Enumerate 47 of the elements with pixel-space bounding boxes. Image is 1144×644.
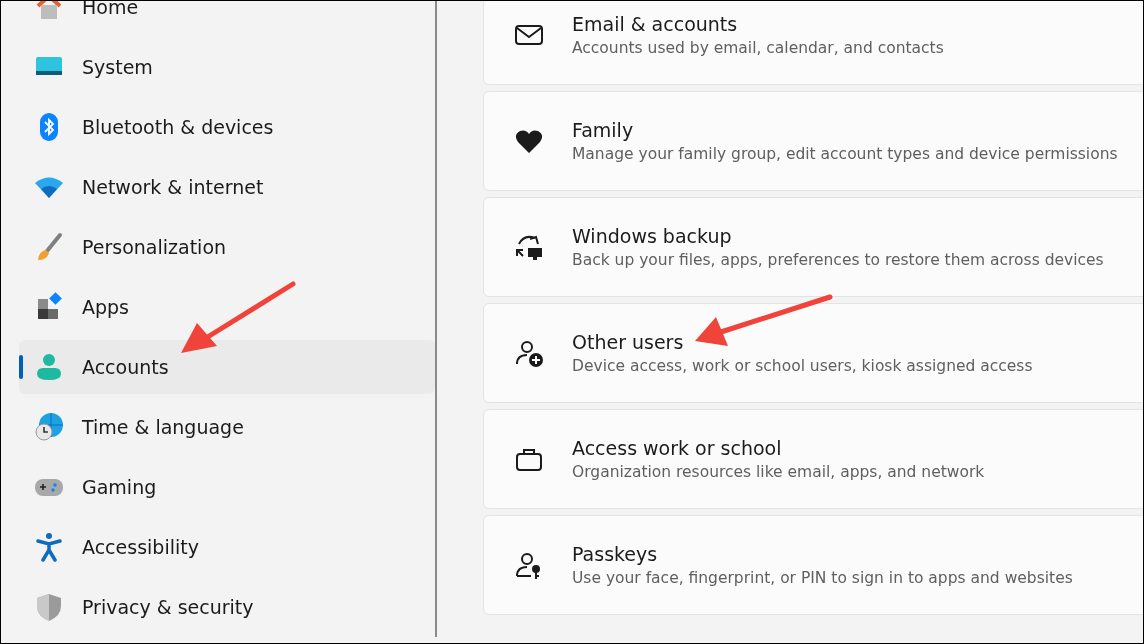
- nav-label: Personalization: [82, 236, 227, 258]
- nav-item[interactable]: Bluetooth & devices: [19, 100, 435, 154]
- settings-card[interactable]: Email & accounts Accounts used by email, calendar, and contacts: [483, 1, 1143, 85]
- shield-icon: [34, 592, 64, 622]
- nav-label: Bluetooth & devices: [82, 116, 274, 138]
- card-description: Accounts used by email, calendar, and contacts: [572, 39, 944, 57]
- card-title: Family: [572, 119, 635, 141]
- nav-item[interactable]: Accounts: [19, 340, 435, 394]
- nav-item[interactable]: Apps: [19, 280, 435, 334]
- card-description: Back up your files, apps, preferences to restore them across devices: [572, 251, 1104, 269]
- card-description: Use your face, fingerprint, or PIN to sign in to apps and websites: [572, 569, 1073, 587]
- settings-card[interactable]: Family Manage your family group, edit account types and device permissions: [483, 91, 1143, 191]
- settings-card[interactable]: Windows backup Back up your files, apps, preferences to restore them across devices: [483, 197, 1143, 297]
- nav-item[interactable]: Home: [19, 1, 435, 34]
- settings-card[interactable]: Passkeys Use your face, fingerprint, or PIN to sign in to apps and websites: [483, 515, 1143, 615]
- nav-item[interactable]: System: [19, 40, 435, 94]
- card-description: Manage your family group, edit account types and device permissions: [572, 145, 1118, 163]
- card-title: Passkeys: [572, 543, 659, 565]
- globe-clock-icon: [34, 412, 64, 442]
- settings-card[interactable]: Access work or school Organization resources like email, apps, and network: [483, 409, 1143, 509]
- card-description: Organization resources like email, apps, and network: [572, 463, 985, 481]
- nav-label: Network & internet: [82, 176, 264, 198]
- nav-label: Gaming: [82, 476, 157, 498]
- nav-item[interactable]: Accessibility: [19, 520, 435, 574]
- nav-item[interactable]: Privacy & security: [19, 580, 435, 634]
- nav-label: Accounts: [82, 356, 169, 378]
- nav-label: Apps: [82, 296, 130, 318]
- card-title: Access work or school: [572, 437, 783, 459]
- selection-indicator: [19, 355, 23, 379]
- add-user-icon: [514, 338, 544, 368]
- nav-label: System: [82, 56, 153, 78]
- person-icon: [34, 352, 64, 382]
- nav-item[interactable]: Network & internet: [19, 160, 435, 214]
- card-title: Email & accounts: [572, 13, 739, 35]
- house-icon: [34, 1, 64, 22]
- nav-label: Time & language: [82, 416, 244, 438]
- nav-label: Privacy & security: [82, 596, 254, 618]
- nav-item[interactable]: Time & language: [19, 400, 435, 454]
- nav-label: Home: [82, 1, 139, 18]
- nav-label: Accessibility: [82, 536, 199, 558]
- card-description: Device access, work or school users, kiosk assigned access: [572, 357, 1033, 375]
- accessibility-icon: [34, 532, 64, 562]
- settings-card[interactable]: Other users Device access, work or school users, kiosk assigned access: [483, 303, 1143, 403]
- nav-item[interactable]: Personalization: [19, 220, 435, 274]
- card-title: Other users: [572, 331, 685, 353]
- nav-item[interactable]: Gaming: [19, 460, 435, 514]
- card-title: Windows backup: [572, 225, 733, 247]
